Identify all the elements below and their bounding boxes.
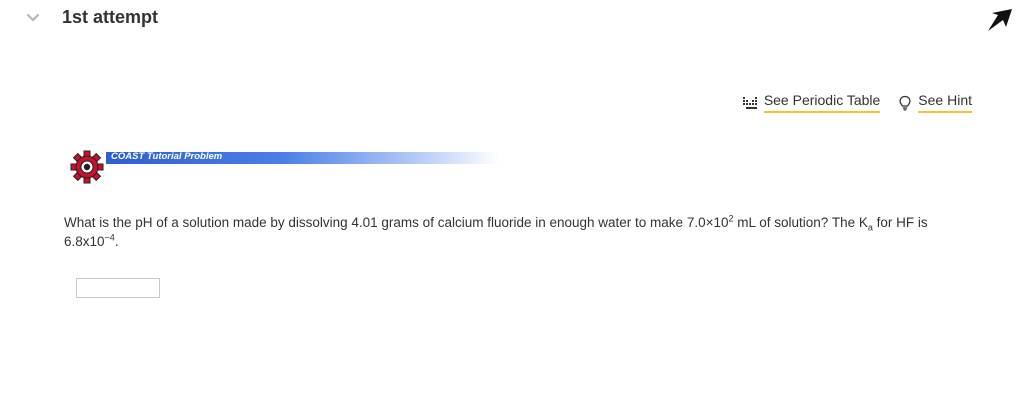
gear-icon	[70, 150, 104, 184]
see-hint-label: See Hint	[918, 92, 972, 113]
see-hint-link[interactable]: See Hint	[898, 92, 972, 113]
question-part: mL of solution? The K	[733, 215, 868, 230]
attempt-title: 1st attempt	[62, 7, 159, 27]
periodic-table-icon	[742, 96, 757, 109]
see-periodic-table-label: See Periodic Table	[763, 92, 881, 113]
question-text: What is the pH of a solution made by dis…	[64, 213, 974, 251]
banner-bar: COAST Tutorial Problem	[106, 151, 500, 164]
banner-label: COAST Tutorial Problem	[111, 151, 223, 162]
question-part: .	[114, 234, 119, 249]
coast-tutorial-banner: COAST Tutorial Problem	[70, 150, 510, 186]
chevron-down-icon[interactable]	[26, 12, 40, 22]
flag-icon[interactable]	[985, 7, 1015, 33]
question-part: What is the pH of a solution made by dis…	[64, 215, 729, 230]
answer-input[interactable]	[76, 278, 160, 298]
lightbulb-icon	[899, 95, 911, 110]
question-exponent: −4	[104, 232, 115, 243]
see-periodic-table-link[interactable]: See Periodic Table	[742, 92, 881, 113]
attempt-header: 1st attempt	[0, 0, 1024, 40]
tool-links: See Periodic Table See Hint	[742, 92, 972, 113]
